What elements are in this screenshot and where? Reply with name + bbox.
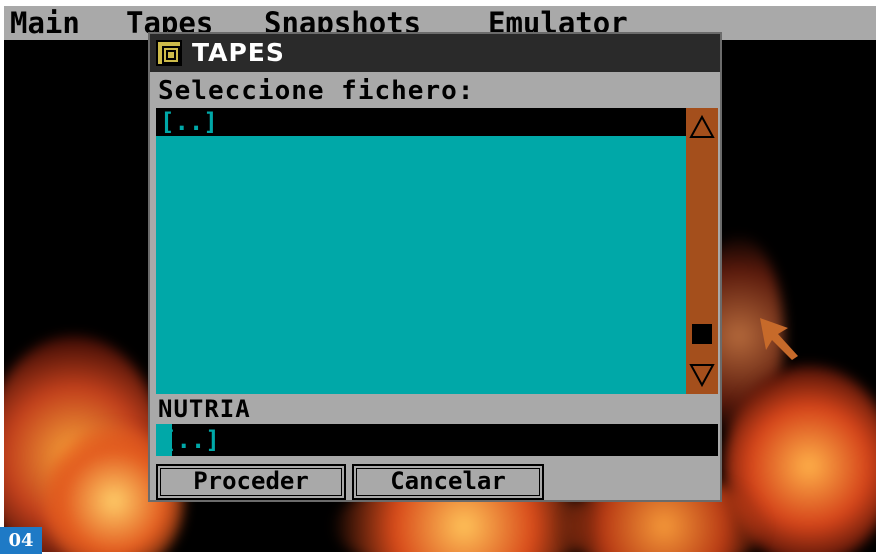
- emulator-screen: Main Tapes Snapshots Emulator TAPES Sele…: [4, 6, 876, 552]
- proceed-button[interactable]: Proceder: [156, 464, 346, 500]
- tape-name-label: NUTRIA: [158, 395, 251, 423]
- path-input[interactable]: [156, 424, 718, 456]
- scrollbar-thumb[interactable]: [692, 324, 712, 344]
- mouse-pointer-icon: [760, 318, 798, 360]
- triangle-up-icon[interactable]: [689, 114, 715, 140]
- tape-window-icon[interactable]: [156, 40, 182, 66]
- triangle-down-icon[interactable]: [689, 362, 715, 388]
- file-prompt-label: Seleccione fichero:: [158, 76, 475, 106]
- cancel-button[interactable]: Cancelar: [352, 464, 544, 500]
- tapes-dialog: TAPES Seleccione fichero: [..] NUTRIA Pr…: [148, 32, 722, 502]
- dialog-title: TAPES: [192, 38, 285, 67]
- file-list[interactable]: [..]: [156, 108, 686, 394]
- file-list-scrollbar[interactable]: [686, 108, 718, 394]
- dialog-titlebar: TAPES: [150, 34, 720, 72]
- text-cursor: [156, 424, 172, 456]
- figure-number-badge: 04: [0, 527, 42, 554]
- menu-main[interactable]: Main: [10, 6, 80, 40]
- list-item-parent-dir[interactable]: [..]: [156, 108, 686, 136]
